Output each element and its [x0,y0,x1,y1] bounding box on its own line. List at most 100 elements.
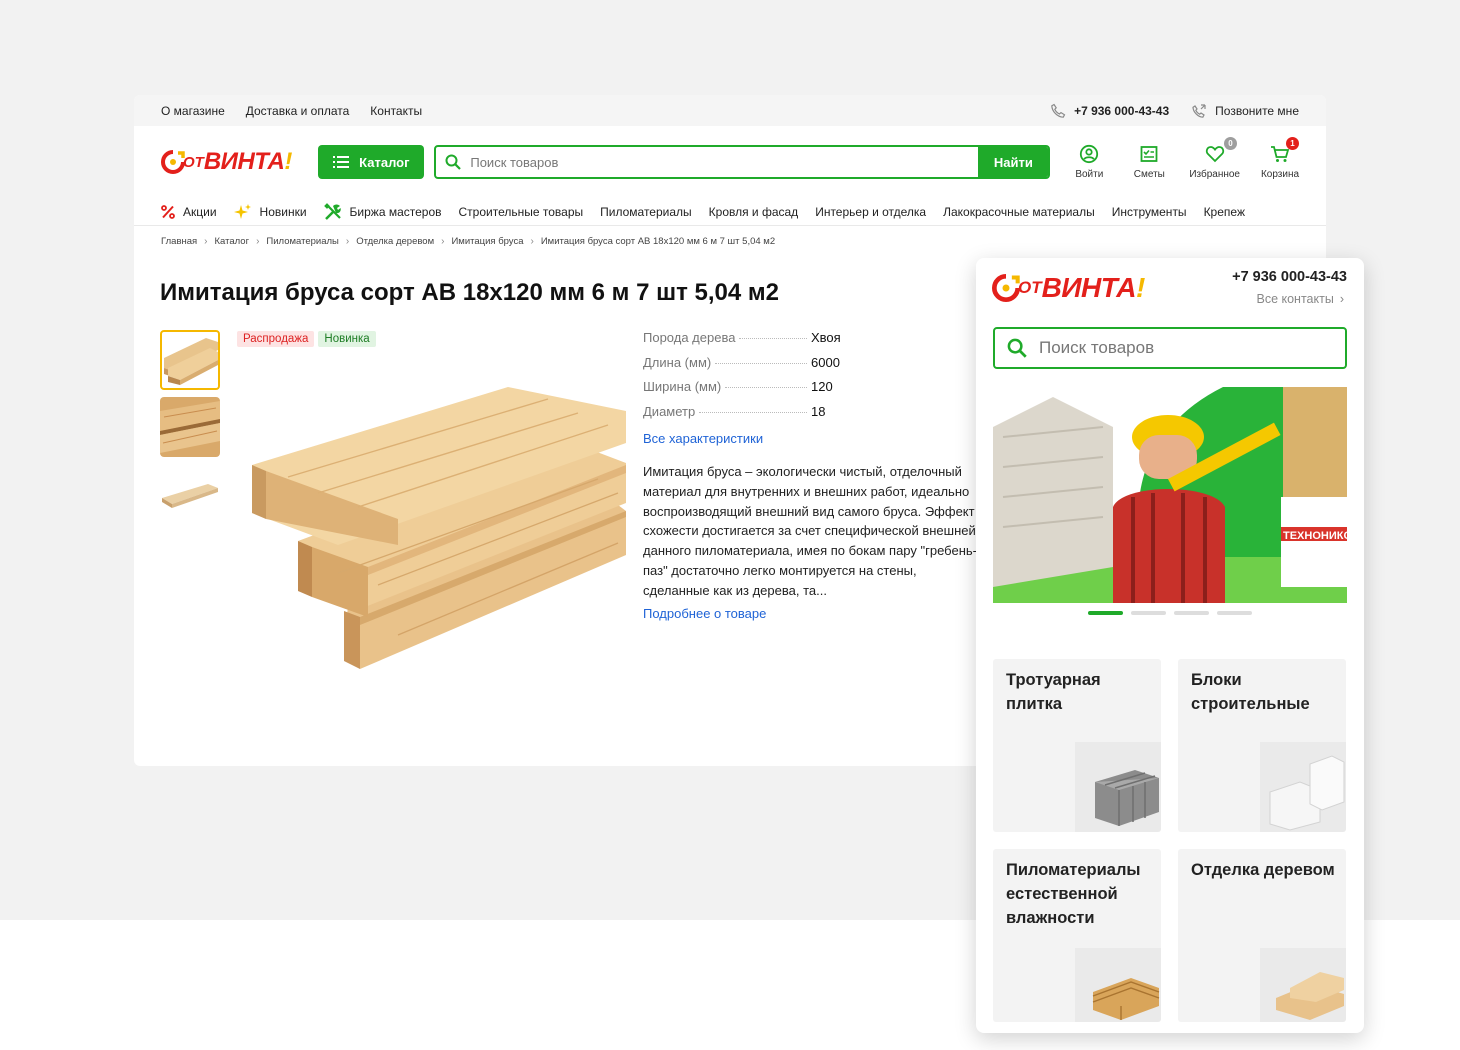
mobile-logo[interactable]: ОТ ВИНТА ! [992,272,1145,304]
spec-row: Диаметр 18 [643,404,843,429]
thumbnail-2[interactable] [160,397,220,457]
nav-item-fasteners[interactable]: Крепеж [1204,205,1245,219]
chevron-right-icon: › [530,236,534,247]
crumb-current: Имитация бруса сорт АВ 18х120 мм 6 м 7 ш… [540,236,776,247]
mobile-search-input[interactable]: Поиск товаров [1039,338,1154,358]
category-card-paving[interactable]: Тротуарная плитка [993,659,1161,832]
nav-promo[interactable]: Акции [161,205,217,219]
login-button[interactable]: Войти [1069,144,1109,180]
crumb-lumber[interactable]: Пиломатериалы [266,236,338,247]
blocks-image [1260,742,1346,832]
spec-value: 18 [811,403,826,419]
chevron-right-icon: › [345,236,350,247]
catalog-button[interactable]: Каталог [318,145,425,179]
logo[interactable]: ОТ ВИНТА ! [161,148,292,176]
top-links: О магазине Доставка и оплата Контакты [161,104,422,118]
cart-button[interactable]: 1 Корзина [1260,137,1300,180]
crumb-wood-finish[interactable]: Отделка деревом [356,236,434,247]
spec-dots [699,411,807,413]
crumb-home[interactable]: Главная [161,236,197,247]
nav-item-roof[interactable]: Кровля и фасад [709,205,799,219]
nav-item-building[interactable]: Строительные товары [459,205,584,219]
nav-item-interior[interactable]: Интерьер и отделка [815,205,926,219]
logo-mark-icon [992,274,1020,302]
chevron-right-icon: › [256,236,260,247]
sale-tag: Распродажа [237,331,315,347]
estimates-label: Сметы [1133,169,1165,180]
logo-excl: ! [1135,272,1146,303]
pagination-dot[interactable] [1217,611,1252,615]
pagination-dot[interactable] [1174,611,1209,615]
login-label: Войти [1075,169,1104,180]
banner-pagination [1088,611,1252,615]
callback-link[interactable]: Позвоните мне [1191,103,1299,119]
category-name: Тротуарная плитка [1006,671,1101,713]
category-card-blocks[interactable]: Блоки строительные [1178,659,1346,832]
category-name: Пиломатериалы естественной влажности [1006,861,1141,927]
nav-news-label: Новинки [259,204,307,219]
pagination-dot-active[interactable] [1088,611,1123,615]
mobile-search-bar[interactable]: Поиск товаров [993,327,1347,369]
favorites-button[interactable]: 0 Избранное [1189,137,1240,180]
thumbnail-1[interactable] [160,330,220,390]
more-about-link[interactable]: Подробнее о товаре [643,606,766,621]
nav-news[interactable]: Новинки [233,203,307,220]
tools-icon [323,202,341,220]
about-link[interactable]: О магазине [161,104,225,118]
logo-ot: ОТ [183,153,204,171]
cart-count-badge: 1 [1286,137,1299,150]
phone-text: +7 936 000-43-43 [1074,103,1170,118]
logo-ot: ОТ [1018,278,1042,297]
spec-key: Ширина (мм) [643,379,722,395]
logo-excl: ! [284,148,293,175]
spec-value: Хвоя [811,330,841,345]
thumbnail-image [162,484,218,508]
all-contacts-label: Все контакты [1256,292,1334,306]
mobile-header: ОТ ВИНТА ! +7 936 000-43-43 Все контакты… [976,258,1364,324]
crumb-imitation[interactable]: Имитация бруса [451,236,523,247]
banner-image: ТЕХНОНИКОЛЬ [993,387,1347,603]
nav-item-tools[interactable]: Инструменты [1112,205,1187,219]
crumb-catalog[interactable]: Каталог [215,236,250,247]
header: ОТ ВИНТА ! Каталог Поиск товаров Найти В… [134,126,1326,198]
category-card-wood-finish[interactable]: Отделка деревом [1178,849,1346,1022]
search-icon [1007,338,1027,358]
product-main-image[interactable] [248,385,626,675]
product-title: Имитация бруса сорт АВ 18х120 мм 6 м 7 ш… [160,279,780,306]
nav-item-lumber[interactable]: Пиломатериалы [600,205,692,219]
search-input[interactable]: Поиск товаров [470,155,978,170]
find-button[interactable]: Найти [978,147,1049,177]
product-specs: Порода дерева Хвоя Длина (мм) 6000 Ширин… [643,330,843,428]
delivery-link[interactable]: Доставка и оплата [246,104,350,118]
nav-masters[interactable]: Биржа мастеров [323,202,442,221]
new-tag: Новинка [318,331,376,347]
cart-label: Корзина [1260,169,1300,180]
spec-dots [725,387,807,389]
category-name: Блоки строительные [1191,671,1310,713]
paving-image [1075,742,1161,832]
chevron-right-icon: › [1339,292,1344,306]
favorites-label: Избранное [1189,169,1240,180]
all-specs-link[interactable]: Все характеристики [643,431,763,446]
contacts-link[interactable]: Контакты [370,104,422,118]
spec-row: Длина (мм) 6000 [643,355,843,380]
breadcrumb: Главная › Каталог › Пиломатериалы › Отде… [134,226,1326,247]
category-card-lumber[interactable]: Пиломатериалы естественной влажности [993,849,1161,1022]
spec-row: Ширина (мм) 120 [643,379,843,404]
nav-item-paint[interactable]: Лакокрасочные материалы [943,205,1095,219]
spec-dots [739,338,807,339]
spec-key: Длина (мм) [643,354,712,370]
phone-number[interactable]: +7 936 000-43-43 [1050,103,1169,119]
spec-key: Порода дерева [643,330,736,345]
estimates-button[interactable]: Сметы [1129,144,1169,180]
spec-key: Диаметр [643,403,696,419]
chevron-right-icon: › [204,236,208,247]
logo-vinta: ВИНТА [203,148,285,175]
phone-icon [1051,103,1066,118]
mobile-phone[interactable]: +7 936 000-43-43 [1232,269,1347,285]
all-contacts-link[interactable]: Все контакты › [1256,292,1344,306]
spec-value: 120 [811,379,833,395]
thumbnail-3[interactable] [160,464,220,524]
promo-banner[interactable]: ТЕХНОНИКОЛЬ [993,387,1347,603]
pagination-dot[interactable] [1131,611,1166,615]
